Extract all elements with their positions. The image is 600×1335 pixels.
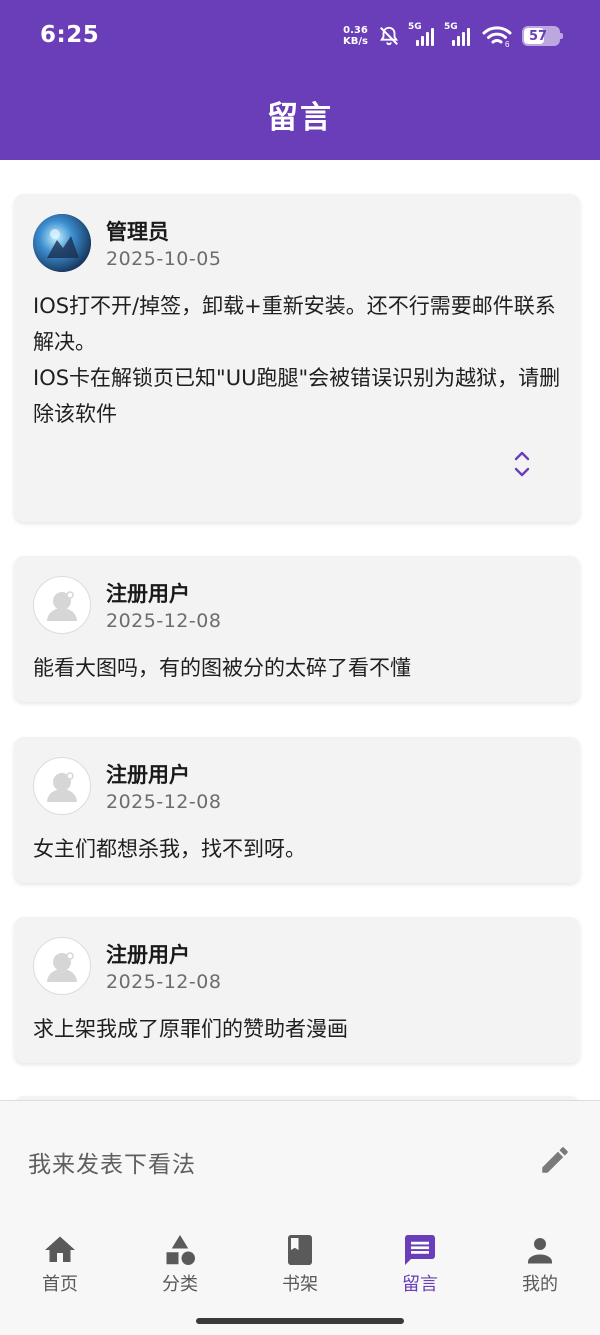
- battery-level: 57: [529, 28, 548, 44]
- message-author: 注册用户: [106, 763, 190, 787]
- signal-icon-2: 5G: [444, 22, 472, 46]
- network-speed-value: 0.36: [343, 25, 368, 36]
- comment-input[interactable]: 我来发表下看法: [28, 1145, 196, 1179]
- message-card[interactable]: 注册用户 2025-12-08 求上架我成了原罪们的赞助者漫画: [14, 917, 580, 1063]
- message-card[interactable]: 管理员 2025-10-05 IOS打不开/掉签，卸载+重新安装。还不行需要邮件…: [14, 194, 580, 522]
- message-date: 2025-12-08: [106, 791, 222, 813]
- wifi-label: 6: [505, 40, 510, 47]
- default-avatar[interactable]: [33, 757, 91, 815]
- message-date: 2025-12-08: [106, 610, 222, 632]
- nav-category-label: 分类: [162, 1274, 198, 1295]
- nav-category[interactable]: 分类: [120, 1232, 240, 1296]
- message-card[interactable]: 注册用户 2025-12-08 能看大图吗，有的图被分的太碎了看不懂: [14, 556, 580, 702]
- status-icons: 0.36 KB/s 5G 5G 6 57: [343, 20, 563, 52]
- message-text: IOS打不开/掉签，卸载+重新安装。还不行需要邮件联系解决。 IOS卡在解锁页已…: [33, 294, 561, 426]
- message-date: 2025-10-05: [106, 248, 222, 270]
- nav-message[interactable]: 留言: [360, 1232, 480, 1296]
- comment-bar[interactable]: 我来发表下看法: [0, 1100, 600, 1218]
- message-text: 能看大图吗，有的图被分的太碎了看不懂: [33, 656, 411, 680]
- message-author: 注册用户: [106, 582, 190, 606]
- page-title: 留言: [267, 100, 333, 136]
- app-header: 6:25 0.36 KB/s 5G 5G 6 57 留言: [0, 0, 600, 160]
- default-avatar[interactable]: [33, 576, 91, 634]
- signal-label: 5G: [408, 22, 422, 32]
- signal-label-2: 5G: [444, 22, 458, 32]
- nav-message-label: 留言: [402, 1274, 438, 1295]
- signal-icon: 5G: [408, 22, 436, 46]
- nav-home[interactable]: 首页: [0, 1232, 120, 1296]
- pencil-icon[interactable]: [538, 1143, 572, 1177]
- home-indicator[interactable]: [196, 1318, 404, 1324]
- wifi-icon: 6: [482, 26, 512, 47]
- profile-icon: [528, 1238, 552, 1264]
- status-bar: 6:25 0.36 KB/s 5G 5G 6 57: [0, 0, 600, 72]
- message-icon: [405, 1235, 435, 1265]
- nav-bookshelf[interactable]: 书架: [240, 1232, 360, 1296]
- home-icon: [45, 1236, 75, 1262]
- message-list[interactable]: 管理员 2025-10-05 IOS打不开/掉签，卸载+重新安装。还不行需要邮件…: [0, 160, 600, 1100]
- network-speed: 0.36 KB/s: [343, 25, 368, 47]
- expand-icon[interactable]: [512, 449, 532, 479]
- message-text: 求上架我成了原罪们的赞助者漫画: [33, 1017, 348, 1041]
- admin-avatar[interactable]: [33, 214, 91, 272]
- nav-profile[interactable]: 我的: [480, 1232, 600, 1296]
- message-text: 女主们都想杀我，找不到呀。: [33, 837, 306, 861]
- default-avatar[interactable]: [33, 937, 91, 995]
- message-card[interactable]: 注册用户 2025-12-08 女主们都想杀我，找不到呀。: [14, 737, 580, 883]
- category-icon: [166, 1235, 195, 1265]
- message-author: 注册用户: [106, 943, 190, 967]
- network-speed-unit: KB/s: [343, 36, 368, 47]
- nav-bookshelf-label: 书架: [282, 1274, 318, 1295]
- message-date: 2025-12-08: [106, 971, 222, 993]
- nav-home-label: 首页: [42, 1274, 78, 1295]
- message-author: 管理员: [106, 220, 169, 244]
- nav-profile-label: 我的: [522, 1274, 558, 1295]
- mute-bell-icon: [379, 26, 399, 46]
- status-time: 6:25: [40, 22, 100, 48]
- bookshelf-icon: [288, 1235, 312, 1265]
- battery-icon: 57: [522, 26, 563, 46]
